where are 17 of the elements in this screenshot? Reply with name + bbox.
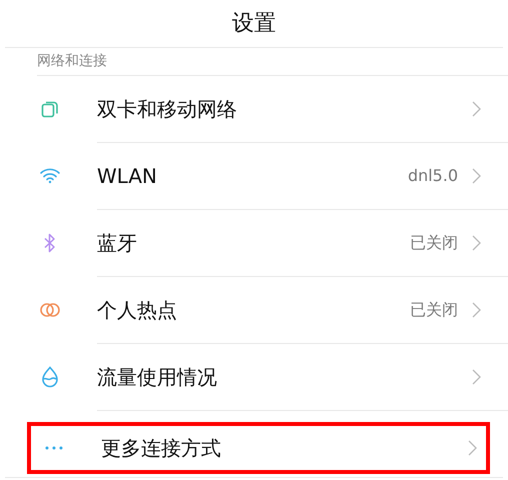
- page-title: 设置: [232, 10, 276, 38]
- settings-item[interactable]: 流量使用情况: [35, 344, 486, 410]
- item-label: 更多连接方式: [101, 435, 222, 462]
- item-value: 已关闭: [410, 299, 458, 321]
- item-label: 双卡和移动网络: [97, 96, 238, 123]
- item-value: 已关闭: [410, 232, 458, 254]
- item-label: 蓝牙: [97, 230, 138, 257]
- settings-item[interactable]: 蓝牙 已关闭: [35, 210, 486, 276]
- item-label: 流量使用情况: [97, 364, 218, 391]
- section-title: 网络和连接: [37, 52, 107, 71]
- item-label: 个人热点: [97, 297, 178, 324]
- settings-item[interactable]: 更多连接方式: [27, 422, 490, 474]
- settings-item[interactable]: 双卡和移动网络: [35, 76, 486, 142]
- settings-item[interactable]: WLAN dnl5.0: [35, 143, 486, 209]
- settings-item[interactable]: 个人热点 已关闭: [35, 277, 486, 343]
- item-value: dnl5.0: [408, 165, 458, 187]
- item-label: WLAN: [97, 163, 158, 190]
